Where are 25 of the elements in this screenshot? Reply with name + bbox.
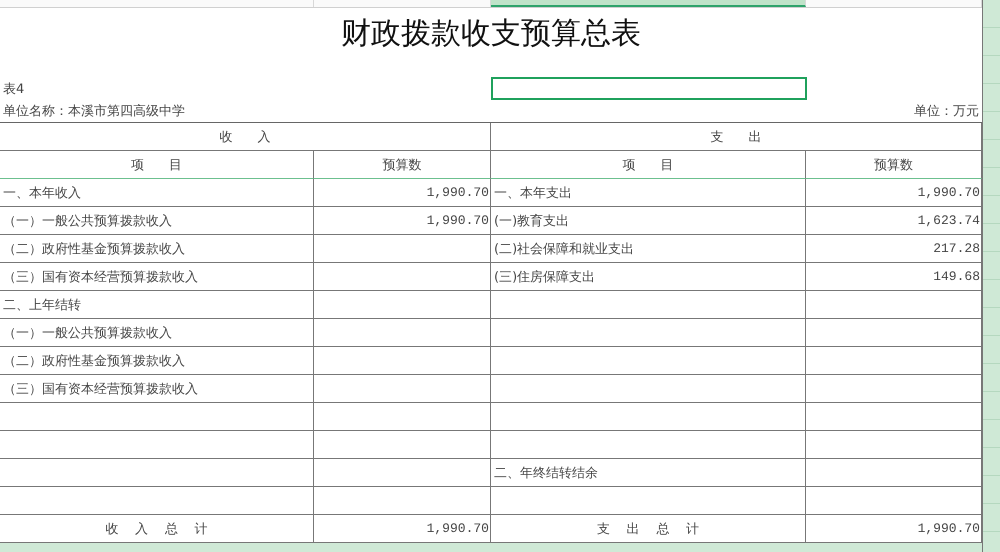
table-cell: 一、本年支出 [491, 179, 806, 207]
table-cell: （二）政府性基金预算拨款收入 [0, 347, 314, 375]
selected-cell[interactable] [491, 77, 807, 100]
table-cell: （三）国有资本经营预算拨款收入 [0, 263, 314, 291]
column-header: 项 目 [0, 151, 314, 179]
column-header: 预算数 [314, 151, 491, 179]
table-cell: （一）一般公共预算拨款收入 [0, 319, 314, 347]
table-cell: 1,990.70 [314, 179, 491, 207]
section-header: 收 入 [0, 123, 491, 151]
column-header: 项 目 [491, 151, 806, 179]
table-cell: （二）政府性基金预算拨款收入 [0, 235, 314, 263]
unit-label: 单位：万元 [914, 103, 979, 120]
unit-name: 单位名称：本溪市第四高级中学 [3, 103, 185, 120]
table-cell: 二、年终结转结余 [491, 459, 806, 487]
section-header: 支 出 [491, 123, 982, 151]
table-cell: 二、上年结转 [0, 291, 314, 319]
table-cell: 1,990.70 [314, 207, 491, 235]
table-cell: （一）一般公共预算拨款收入 [0, 207, 314, 235]
table-cell: 一、本年收入 [0, 179, 314, 207]
table-cell: (三)住房保障支出 [491, 263, 806, 291]
table-cell: （三）国有资本经营预算拨款收入 [0, 375, 314, 403]
report-title: 财政拨款收支预算总表 [341, 14, 641, 52]
table-number: 表4 [3, 80, 24, 98]
table-cell: (一)教育支出 [491, 207, 806, 235]
table-cell: (二)社会保障和就业支出 [491, 235, 806, 263]
